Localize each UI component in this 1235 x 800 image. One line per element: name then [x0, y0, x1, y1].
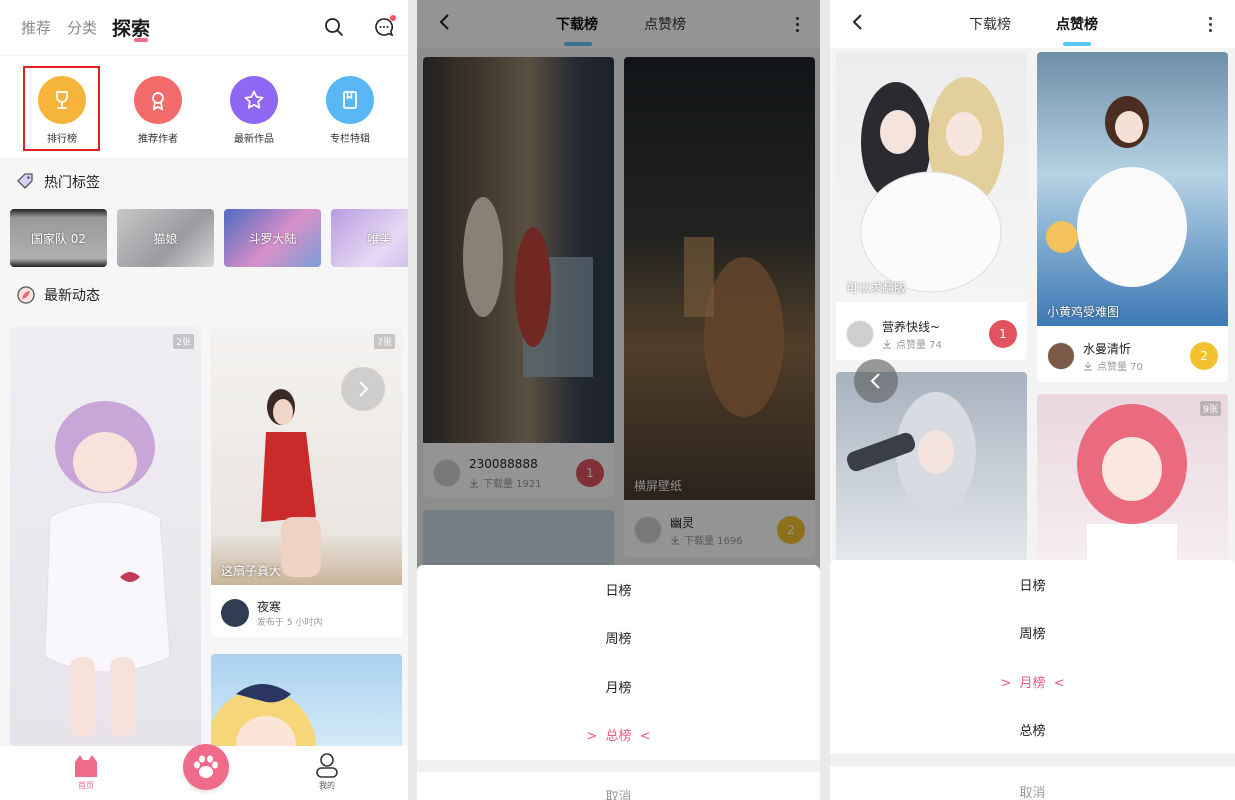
- artwork-image: [211, 327, 402, 585]
- top-bar: 推荐 分类 探索: [0, 0, 408, 55]
- image-count-badge: 9张: [1200, 401, 1221, 416]
- rank-card[interactable]: 小黄鸡受难图 水曼清忻 点赞量 70 2: [1037, 52, 1228, 382]
- category-label: 推荐作者: [138, 134, 178, 145]
- tag-card[interactable]: 斗罗大陆: [224, 209, 321, 267]
- option-all-time[interactable]: > 总榜 <: [417, 725, 820, 744]
- home-icon: [75, 755, 97, 777]
- option-weekly[interactable]: 周榜: [830, 623, 1235, 642]
- author-row: 水曼清忻 点赞量 70 2: [1037, 332, 1228, 382]
- nav-label: 我的: [319, 781, 335, 790]
- prev-button[interactable]: [854, 359, 898, 403]
- artwork-image: [836, 52, 1027, 302]
- author-name[interactable]: 水曼清忻: [1083, 340, 1131, 357]
- download-icon: [883, 339, 891, 348]
- option-monthly[interactable]: 月榜: [417, 677, 820, 696]
- tag-icon: [17, 173, 33, 189]
- like-count: 点赞量 70: [1083, 358, 1143, 373]
- rank-period-sheet: 日榜 周榜 月榜 > 总榜 < 取消: [417, 565, 820, 800]
- category-recommended-authors[interactable]: 推荐作者: [123, 76, 193, 145]
- rank-period-sheet: 日榜 周榜 > 月榜 < 总榜 取消: [830, 560, 1235, 800]
- star-icon: [230, 76, 278, 124]
- avatar[interactable]: [221, 599, 249, 627]
- option-daily[interactable]: 日榜: [417, 580, 820, 599]
- image-count-badge: 2张: [173, 334, 194, 349]
- like-count: 点赞量 74: [882, 336, 942, 351]
- ranking-screen-download: 下载榜 点赞榜 230088888 下载量 1921 1 横屏壁纸 幽灵 下载量…: [417, 0, 820, 800]
- image-count-badge: 7张: [374, 334, 395, 349]
- section-title: 最新动态: [44, 288, 100, 304]
- leaf-icon: [17, 286, 35, 304]
- cancel-button[interactable]: 取消: [417, 786, 820, 800]
- author-row: 营养快线~ 点赞量 74 1: [836, 310, 1027, 360]
- tag-card[interactable]: 猫娘: [117, 209, 214, 267]
- avatar[interactable]: [1047, 342, 1075, 370]
- publish-time: 发布于 5 小时内: [257, 618, 323, 628]
- chevron-left-icon: [870, 373, 880, 389]
- category-label: 最新作品: [234, 134, 274, 145]
- tab-explore[interactable]: 探索: [112, 14, 150, 42]
- artwork-image: [836, 372, 1027, 562]
- option-all-time[interactable]: 总榜: [830, 720, 1235, 739]
- feed-card[interactable]: [211, 654, 402, 754]
- rank-badge: 1: [989, 320, 1017, 348]
- nav-label: 首页: [78, 781, 94, 790]
- tag-strip: 国家队 02 猫娘 斗罗大陆 唯美: [10, 209, 408, 267]
- tab-download-rank[interactable]: 下载榜: [969, 14, 1011, 34]
- latest-header: 最新动态: [16, 285, 100, 305]
- rank-card[interactable]: 可以求翻版 营养快线~ 点赞量 74 1: [836, 52, 1027, 360]
- paw-button[interactable]: [183, 744, 229, 790]
- award-icon: [134, 76, 182, 124]
- explore-screen: 推荐 分类 探索 排行榜 推荐作者 最新作品 专栏特辑 热门标签 国家队 02 …: [0, 0, 408, 800]
- artwork-image: [211, 684, 316, 754]
- nav-mine[interactable]: 我的: [297, 752, 357, 791]
- artwork-image: [1037, 52, 1228, 326]
- search-icon[interactable]: [322, 15, 346, 39]
- hot-tags-header: 热门标签: [16, 172, 100, 192]
- option-daily[interactable]: 日榜: [830, 575, 1235, 594]
- artwork-caption: 可以求翻版: [846, 281, 907, 295]
- rank-card[interactable]: [836, 372, 1027, 562]
- tag-card[interactable]: 唯美: [331, 209, 408, 267]
- highlight-box: [23, 66, 100, 151]
- artwork-caption: 这扇子真大: [221, 564, 282, 578]
- message-icon[interactable]: [372, 15, 396, 39]
- avatar[interactable]: [846, 320, 874, 348]
- tab-recommend[interactable]: 推荐: [21, 17, 51, 38]
- ranking-screen-likes: 下载榜 点赞榜 可以求翻版 营养快线~ 点赞量 74 1 小黄鸡受难图 水曼清忻…: [830, 0, 1235, 800]
- category-label: 专栏特辑: [330, 134, 370, 145]
- author-name[interactable]: 夜寒: [257, 598, 281, 615]
- tab-like-rank[interactable]: 点赞榜: [1056, 14, 1098, 34]
- book-icon: [326, 76, 374, 124]
- tag-card[interactable]: 国家队 02: [10, 209, 107, 267]
- artwork-caption: 小黄鸡受难图: [1047, 305, 1120, 319]
- nav-home[interactable]: 首页: [56, 752, 116, 791]
- category-columns[interactable]: 专栏特辑: [315, 76, 385, 145]
- rank-card[interactable]: 9张: [1037, 394, 1228, 564]
- category-latest-works[interactable]: 最新作品: [219, 76, 289, 145]
- download-icon: [1084, 361, 1092, 370]
- rank-badge: 2: [1190, 342, 1218, 370]
- tab-category[interactable]: 分类: [67, 17, 97, 38]
- next-button[interactable]: [341, 367, 385, 411]
- chevron-right-icon: [359, 381, 369, 397]
- artwork-image: [1037, 394, 1228, 564]
- feed-card[interactable]: 2张: [10, 327, 201, 747]
- back-icon[interactable]: [848, 12, 868, 32]
- paw-icon: [194, 755, 218, 778]
- cancel-button[interactable]: 取消: [830, 782, 1235, 800]
- option-weekly[interactable]: 周榜: [417, 628, 820, 647]
- section-title: 热门标签: [44, 175, 100, 191]
- artwork-image: [44, 401, 171, 737]
- more-icon[interactable]: [1200, 14, 1220, 34]
- option-monthly[interactable]: > 月榜 <: [830, 672, 1235, 691]
- author-name[interactable]: 营养快线~: [882, 318, 940, 335]
- top-bar: 下载榜 点赞榜: [830, 0, 1235, 48]
- user-icon: [316, 753, 338, 778]
